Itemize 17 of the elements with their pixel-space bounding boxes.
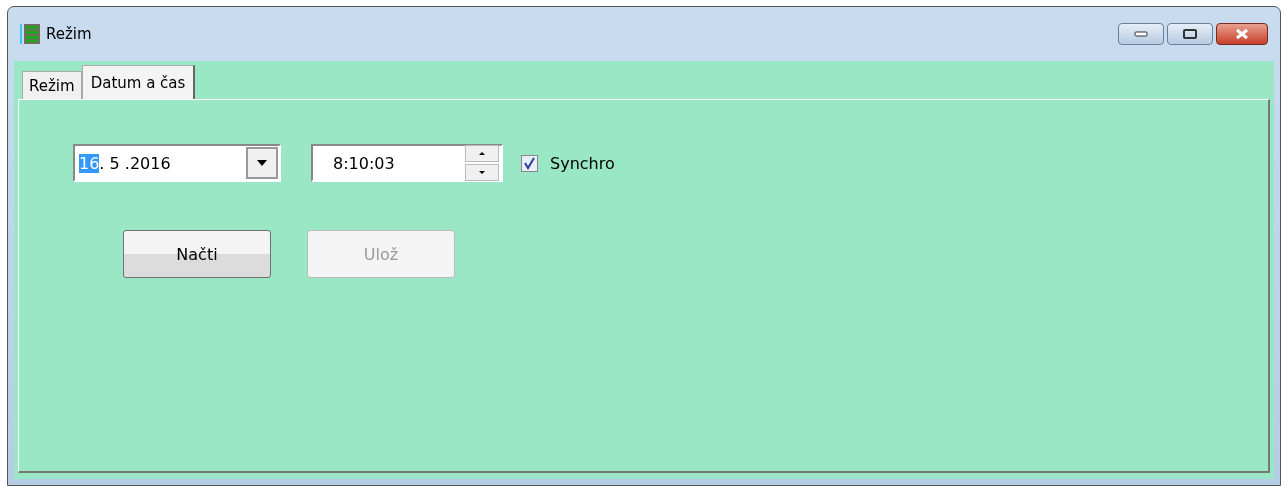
synchro-checkbox[interactable] <box>521 154 538 172</box>
close-button[interactable] <box>1216 23 1268 45</box>
tab[interactable]: Datum a čas <box>81 65 196 99</box>
tab[interactable]: Režim <box>22 71 82 99</box>
caret-icon <box>257 160 267 166</box>
action-button[interactable]: Načti <box>123 230 271 278</box>
date-picker[interactable]: 16. 5 .2016 <box>73 144 281 182</box>
up-arrow-icon <box>479 152 485 155</box>
minimize-icon <box>1134 31 1148 37</box>
maximize-icon <box>1183 29 1197 39</box>
maximize-button[interactable] <box>1167 23 1213 45</box>
list-icon <box>20 23 40 45</box>
close-icon <box>1234 28 1250 40</box>
dropdown-button[interactable] <box>246 147 278 179</box>
window-title: Režim <box>46 25 92 43</box>
checkbox-label: Synchro <box>550 153 615 173</box>
down-arrow-icon <box>479 171 485 174</box>
